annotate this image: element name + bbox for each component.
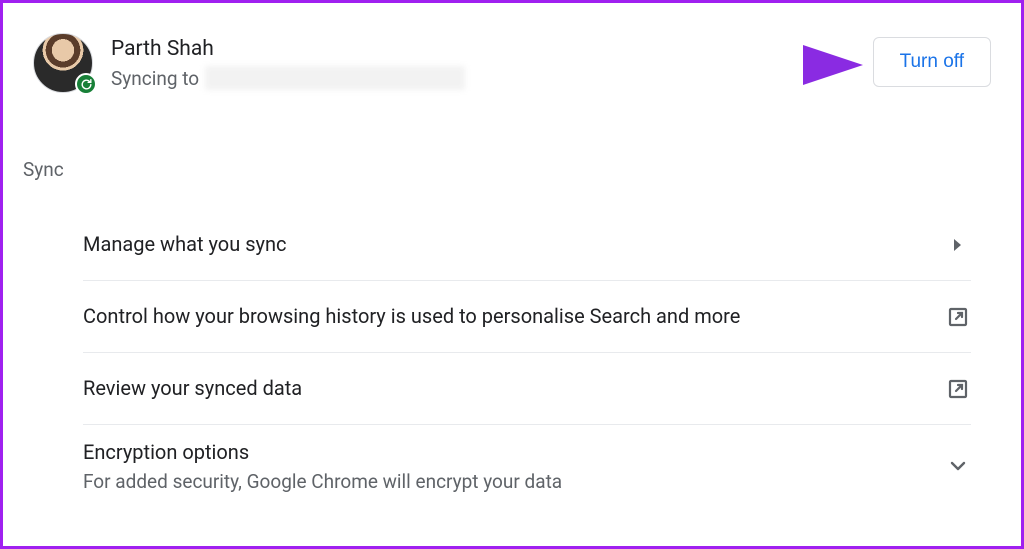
synced-email-redacted — [205, 66, 465, 90]
row-title: Review your synced data — [83, 375, 929, 402]
user-name: Parth Shah — [111, 37, 855, 61]
caret-right-icon — [945, 238, 971, 252]
sync-status-icon — [75, 73, 97, 95]
sync-section-heading: Sync — [23, 158, 991, 181]
row-title: Encryption options — [83, 439, 929, 466]
row-title: Manage what you sync — [83, 231, 929, 258]
settings-panel: Parth Shah Syncing to Turn off Sync Mana… — [0, 0, 1024, 549]
external-link-icon — [945, 305, 971, 329]
syncing-label: Syncing to — [111, 67, 199, 90]
row-title: Control how your browsing history is use… — [83, 303, 929, 330]
chevron-down-icon — [945, 454, 971, 478]
encryption-options-row[interactable]: Encryption options For added security, G… — [83, 425, 971, 507]
turn-off-button[interactable]: Turn off — [873, 37, 991, 87]
review-synced-data-row[interactable]: Review your synced data — [83, 353, 971, 425]
row-subtitle: For added security, Google Chrome will e… — [83, 470, 929, 493]
external-link-icon — [945, 377, 971, 401]
manage-what-you-sync-row[interactable]: Manage what you sync — [83, 209, 971, 281]
sync-options-list: Manage what you sync Control how your br… — [23, 209, 991, 507]
account-header: Parth Shah Syncing to Turn off — [23, 33, 991, 93]
avatar — [33, 33, 93, 93]
personalise-search-row[interactable]: Control how your browsing history is use… — [83, 281, 971, 353]
account-info: Parth Shah Syncing to — [111, 33, 855, 90]
sync-destination: Syncing to — [111, 66, 855, 90]
